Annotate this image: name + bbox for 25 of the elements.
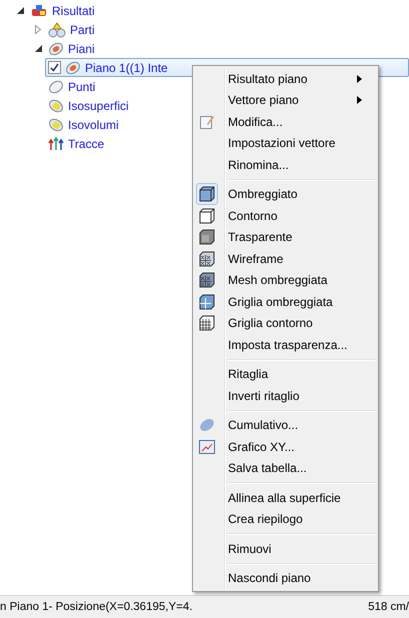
menu-label: Griglia contorno — [228, 316, 314, 330]
menu-label: Wireframe — [228, 252, 284, 266]
menu-label: Ombreggiato — [228, 187, 298, 202]
menu-label: Salva tabella... — [228, 461, 308, 476]
menu-label: Grafico XY... — [228, 440, 296, 454]
menu-label: Contorno — [228, 208, 278, 223]
menu-label: Ritaglia — [228, 367, 270, 382]
menu-label: Allinea alla superficie — [228, 490, 342, 505]
menu-label: Crea riepilogo — [228, 512, 304, 526]
tree-label: Piano 1((1) Inte — [85, 60, 168, 74]
menu-label: Cumulativo... — [228, 418, 300, 432]
menu-label: Impostazioni vettore — [228, 136, 336, 150]
status-text: 518 cm/ — [368, 601, 409, 613]
menu-label: Mesh ombreggiata — [228, 273, 328, 288]
menu-label: Rimuovi — [228, 542, 272, 556]
menu-label: Nascondi piano — [228, 571, 312, 586]
menu-label: Griglia ombreggiata — [228, 294, 334, 309]
menu-label: Modifica... — [228, 114, 284, 129]
menu-label: Trasparente — [228, 230, 294, 244]
menu-label: Rinomina... — [228, 158, 290, 172]
status-text: n Piano 1- Posizione(X=0.36195,Y=4. — [0, 601, 192, 613]
menu-label: Imposta trasparenza... — [228, 338, 348, 352]
menu-label: Inverti ritaglio — [228, 388, 300, 403]
menu-label: Vettore piano — [228, 93, 300, 108]
menu-label: Risultato piano — [228, 72, 308, 86]
